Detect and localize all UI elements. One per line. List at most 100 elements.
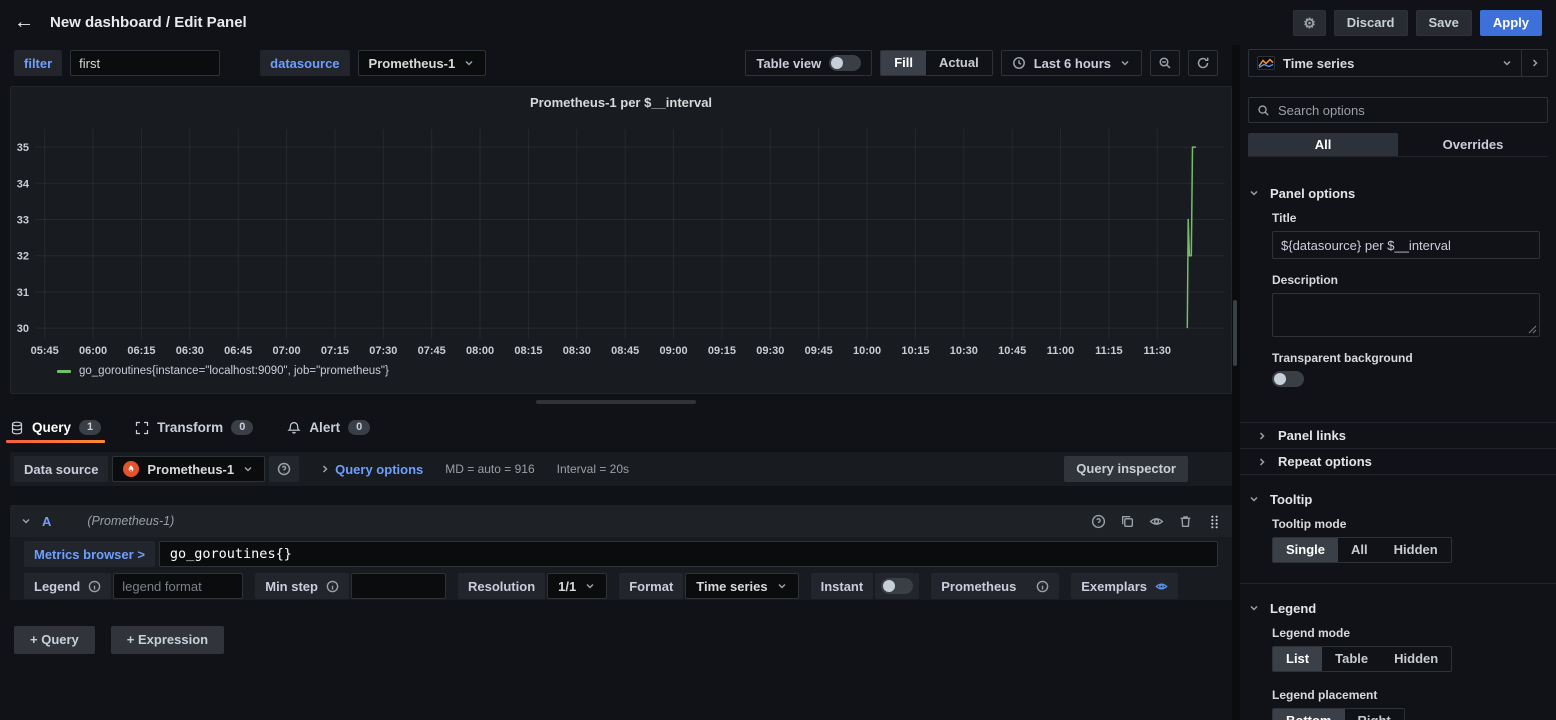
query-row-header[interactable]: A (Prometheus-1) — [10, 505, 1232, 537]
time-range-label: Last 6 hours — [1034, 56, 1111, 71]
min-step-label: Min step — [255, 573, 349, 599]
segment-option[interactable]: All — [1338, 538, 1381, 562]
add-expression-button[interactable]: + Expression — [111, 626, 224, 654]
legend-format-input[interactable] — [113, 573, 243, 599]
back-arrow-icon[interactable]: ← — [14, 11, 34, 34]
chevron-down-icon — [1248, 187, 1260, 199]
query-row-actions — [1091, 514, 1222, 529]
panel-description-textarea[interactable] — [1272, 293, 1540, 337]
refresh-button[interactable] — [1188, 50, 1218, 76]
min-step-input[interactable] — [351, 573, 446, 599]
segment-option[interactable]: Bottom — [1273, 709, 1345, 720]
time-range-picker[interactable]: Last 6 hours — [1001, 50, 1142, 76]
transparent-background-toggle[interactable] — [1272, 371, 1304, 387]
delete-query-trash-icon[interactable] — [1178, 514, 1193, 529]
section-panel-options[interactable]: Panel options — [1240, 185, 1556, 201]
duplicate-query-icon[interactable] — [1120, 514, 1135, 529]
disable-query-eye-icon[interactable] — [1149, 514, 1164, 529]
chevron-down-icon — [242, 463, 254, 475]
chevron-down-icon — [776, 580, 788, 592]
query-datasource-hint: (Prometheus-1) — [87, 514, 174, 528]
tab-alert[interactable]: Alert 0 — [287, 420, 370, 443]
svg-text:11:00: 11:00 — [1047, 345, 1075, 357]
section-legend[interactable]: Legend — [1240, 600, 1556, 616]
section-tooltip[interactable]: Tooltip — [1240, 491, 1556, 507]
svg-text:08:30: 08:30 — [563, 345, 591, 357]
segment-option[interactable]: Hidden — [1381, 538, 1451, 562]
timeseries-chart[interactable]: 30313233343505:4506:0006:1506:3006:4507:… — [11, 123, 1231, 363]
sidebar-collapse-button[interactable] — [1521, 50, 1547, 76]
svg-text:32: 32 — [17, 251, 29, 263]
question-circle-icon — [277, 462, 291, 476]
query-options-toggle[interactable]: Query options — [335, 462, 423, 477]
svg-text:08:15: 08:15 — [514, 345, 542, 357]
svg-text:11:15: 11:15 — [1095, 345, 1123, 357]
svg-text:07:30: 07:30 — [369, 345, 397, 357]
apply-button[interactable]: Apply — [1480, 10, 1542, 36]
chevron-down-icon — [1248, 493, 1260, 505]
datasource-variable-dropdown[interactable]: Prometheus-1 — [358, 50, 487, 76]
segment-option[interactable]: Single — [1273, 538, 1338, 562]
instant-toggle[interactable] — [881, 578, 913, 594]
query-count-badge: 1 — [79, 420, 101, 435]
query-inspector-button[interactable]: Query inspector — [1064, 456, 1188, 482]
tab-query[interactable]: Query 1 — [10, 420, 101, 443]
exemplars-eye-icon[interactable] — [1155, 580, 1168, 593]
datasource-variable-label[interactable]: datasource — [260, 50, 349, 76]
panel-resize-handle[interactable] — [536, 400, 696, 404]
datasource-help-button[interactable] — [269, 456, 299, 482]
prometheus-type-label: Prometheus — [931, 573, 1059, 599]
editor-tabs: Query 1 Transform 0 Alert 0 — [10, 413, 370, 443]
svg-text:06:15: 06:15 — [127, 345, 155, 357]
options-search-input[interactable] — [1278, 103, 1539, 118]
add-query-button[interactable]: + Query — [14, 626, 95, 654]
main-scrollbar[interactable] — [1233, 300, 1237, 366]
panel-links-section[interactable]: Panel links — [1240, 423, 1556, 448]
segment-option[interactable]: Table — [1322, 647, 1381, 671]
filter-variable-label[interactable]: filter — [14, 50, 62, 76]
svg-text:07:45: 07:45 — [418, 345, 446, 357]
drag-grip-icon[interactable] — [1207, 514, 1222, 529]
svg-text:06:45: 06:45 — [224, 345, 252, 357]
format-dropdown[interactable]: Time series — [685, 573, 798, 599]
exemplars-label: Exemplars — [1071, 573, 1178, 599]
breadcrumb: New dashboard / Edit Panel — [50, 14, 247, 31]
filter-variable-input[interactable] — [70, 50, 220, 76]
discard-button[interactable]: Discard — [1334, 10, 1408, 36]
visualization-picker-toggle[interactable]: Time series — [1249, 56, 1521, 71]
chevron-down-icon — [1248, 602, 1260, 614]
svg-text:11:30: 11:30 — [1144, 345, 1172, 357]
chevron-down-icon — [1501, 57, 1513, 69]
prometheus-icon — [123, 461, 139, 477]
options-search — [1248, 97, 1548, 123]
promql-expression-input[interactable] — [159, 541, 1218, 567]
transform-icon — [135, 421, 149, 435]
datasource-label: Data source — [14, 456, 108, 482]
title-label: Title — [1272, 211, 1540, 225]
segment-option[interactable]: Actual — [926, 51, 992, 75]
chevron-down-icon — [1119, 57, 1131, 69]
tab-transform[interactable]: Transform 0 — [135, 420, 253, 443]
panel-title-input[interactable] — [1272, 231, 1540, 259]
datasource-picker[interactable]: Prometheus-1 — [112, 456, 265, 482]
bell-icon — [287, 421, 301, 435]
series-legend-label[interactable]: go_goroutines{instance="localhost:9090",… — [79, 365, 389, 377]
options-tab-all[interactable]: All — [1248, 133, 1398, 156]
segment-option[interactable]: List — [1273, 647, 1322, 671]
segment-option[interactable]: Fill — [881, 51, 926, 75]
save-button[interactable]: Save — [1416, 10, 1472, 36]
resolution-dropdown[interactable]: 1/1 — [547, 573, 607, 599]
metrics-browser-button[interactable]: Metrics browser > — [24, 541, 155, 567]
datasource-row: Data source Prometheus-1 Query options M… — [10, 452, 1232, 486]
search-icon — [1257, 104, 1270, 117]
options-tab-overrides[interactable]: Overrides — [1398, 133, 1548, 156]
repeat-options-section[interactable]: Repeat options — [1240, 449, 1556, 474]
query-help-icon[interactable] — [1091, 514, 1106, 529]
panel-toolbar: filter datasource Prometheus-1 Table vie… — [0, 45, 1232, 81]
segment-option[interactable]: Right — [1345, 709, 1404, 720]
panel-settings-gear-button[interactable]: ⚙ — [1293, 10, 1326, 36]
table-view-toggle[interactable] — [829, 55, 861, 71]
svg-text:09:15: 09:15 — [708, 345, 736, 357]
zoom-out-button[interactable] — [1150, 50, 1180, 76]
segment-option[interactable]: Hidden — [1381, 647, 1451, 671]
